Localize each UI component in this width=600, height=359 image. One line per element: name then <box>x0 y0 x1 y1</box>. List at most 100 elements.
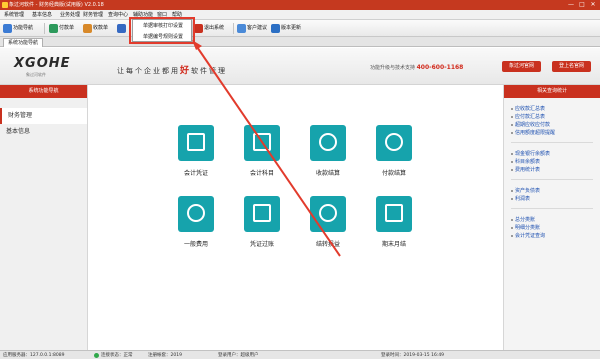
link-detail-ledger[interactable]: 明细分类账 <box>511 224 593 232</box>
func-label: 结转损益 <box>315 241 340 248</box>
receipt-button[interactable]: 收款单 <box>82 23 108 34</box>
coins-out-icon <box>376 125 412 161</box>
feedback-label: 客户建议 <box>247 25 268 31</box>
store-button[interactable]: 登上名官网 <box>552 61 591 72</box>
feedback-icon <box>237 24 246 33</box>
right-sidebar: 相关查询统计 应收款汇总表 应付款汇总表 超期应收应付款 信用额度超限提醒 现金… <box>503 85 600 350</box>
slogan-pre: 让每个企业都用 <box>117 67 180 75</box>
dollar-icon <box>178 196 214 232</box>
status-login-time: 登录时间：2019-03-15 16:49 <box>381 353 445 358</box>
exit-icon <box>194 24 203 33</box>
payment-button[interactable]: 付款单 <box>48 23 74 34</box>
refresh-glyph <box>319 204 337 222</box>
status-connection: 连接状态：正常 <box>101 353 133 358</box>
func-accounting-voucher[interactable]: 会计凭证 <box>170 125 222 187</box>
func-receipt-settlement[interactable]: 收款结算 <box>302 125 354 187</box>
link-cash-bank[interactable]: 现金银行余额表 <box>511 150 593 158</box>
connection-status-icon <box>94 353 99 358</box>
menu-query[interactable]: 查询中心 <box>108 10 128 20</box>
toolbar: 功能导航 付款单 收款单 退出系统 客户建议 版本更新 <box>0 20 600 37</box>
func-label: 凭证过账 <box>249 241 274 248</box>
nav-label: 功能导航 <box>13 25 34 31</box>
link-credit-alert[interactable]: 信用额度超限提醒 <box>511 129 593 137</box>
maximize-button[interactable]: □ <box>577 1 587 9</box>
left-sidebar-title: 系统功能导航 <box>0 85 87 98</box>
report-group-ledgers: 总分类账 明细分类账 会计凭证查询 <box>511 216 593 245</box>
func-label: 会计科目 <box>249 170 274 177</box>
report-group-receivables: 应收款汇总表 应付款汇总表 超期应收应付款 信用额度超限提醒 <box>511 105 593 143</box>
feedback-button[interactable]: 客户建议 <box>236 23 267 34</box>
link-payable-summary[interactable]: 应付款汇总表 <box>511 113 593 121</box>
link-income-statement[interactable]: 利润表 <box>511 195 593 203</box>
receipt-icon <box>83 24 92 33</box>
report-group-statements: 资产负债表 利润表 <box>511 187 593 209</box>
slogan: 让每个企业都用好软件管理 <box>117 63 227 76</box>
func-period-close[interactable]: 期末月结 <box>368 196 420 258</box>
tab-strip: 系统功能导航 <box>0 37 600 47</box>
toolbar-separator <box>233 23 234 34</box>
exit-label: 退出系统 <box>204 25 225 31</box>
link-overdue[interactable]: 超期应收应付款 <box>511 121 593 129</box>
update-icon <box>271 24 280 33</box>
close-button[interactable]: ✕ <box>588 1 598 9</box>
func-label: 期末月结 <box>381 241 406 248</box>
report-group-balances: 现金银行余额表 科目余额表 费用统计表 <box>511 150 593 180</box>
link-general-ledger[interactable]: 总分类账 <box>511 216 593 224</box>
func-label: 会计凭证 <box>183 170 208 177</box>
func-label: 收款结算 <box>315 170 340 177</box>
menu-system[interactable]: 系统管理 <box>4 10 24 20</box>
official-site-button[interactable]: 象过河官网 <box>502 61 541 72</box>
update-button[interactable]: 版本更新 <box>270 23 301 34</box>
func-carry-forward-pl[interactable]: 结转损益 <box>302 196 354 258</box>
right-sidebar-title: 相关查询统计 <box>504 85 600 98</box>
func-general-expense[interactable]: 一般费用 <box>170 196 222 258</box>
app-icon <box>2 2 8 8</box>
voucher-icon <box>178 125 214 161</box>
function-panel: 会计凭证 会计科目 收款结算 付款结算 一般费用 凭证过账 结转损益 期末月结 <box>88 85 503 350</box>
link-receivable-summary[interactable]: 应收款汇总表 <box>511 105 593 113</box>
func-label: 付款结算 <box>381 170 406 177</box>
sidebar-item-basic-info[interactable]: 基本信息 <box>0 124 87 140</box>
status-account: 注册帐套：2019 <box>148 353 182 358</box>
coins-in-icon <box>310 125 346 161</box>
monitor-icon <box>244 196 280 232</box>
help-button[interactable] <box>116 23 127 34</box>
menu-business[interactable]: 业务处理 <box>60 10 80 20</box>
receipt-label: 收款单 <box>93 25 109 31</box>
monitor-glyph <box>253 204 271 222</box>
update-label: 版本更新 <box>281 25 302 31</box>
menu-bar: 系统管理 基本信息 业务处理 财务管理 查询中心 辅助功能 窗口 帮助 <box>0 10 600 20</box>
coins-out-glyph <box>385 133 403 151</box>
tab-system-nav[interactable]: 系统功能导航 <box>3 38 44 47</box>
transfer-glyph <box>385 204 403 222</box>
link-voucher-query[interactable]: 会计凭证查询 <box>511 232 593 240</box>
link-expense-stats[interactable]: 费用统计表 <box>511 166 593 174</box>
logo: XGOHE <box>14 56 71 71</box>
annotation-highlight-box <box>129 17 195 44</box>
link-subject-balance[interactable]: 科目余额表 <box>511 158 593 166</box>
hotline: 功能升级与技术支持 400-600-1168 <box>370 64 463 71</box>
toolbar-separator <box>44 23 45 34</box>
hotline-label: 功能升级与技术支持 <box>370 65 416 71</box>
menu-basic-info[interactable]: 基本信息 <box>32 10 52 20</box>
func-accounting-subjects[interactable]: 会计科目 <box>236 125 288 187</box>
voucher-glyph <box>187 133 205 151</box>
link-balance-sheet[interactable]: 资产负债表 <box>511 187 593 195</box>
status-server: 应用服务器：127.0.0.1:8089 <box>3 353 65 358</box>
minimize-button[interactable]: — <box>566 1 576 9</box>
status-bar: 应用服务器：127.0.0.1:8089 连接状态：正常 注册帐套：2019 登… <box>0 350 600 359</box>
book-icon <box>244 125 280 161</box>
menu-finance[interactable]: 财务管理 <box>83 10 103 20</box>
nav-button[interactable]: 功能导航 <box>2 23 33 34</box>
sidebar-item-finance[interactable]: 财务管理 <box>0 108 87 124</box>
title-bar: 象过河软件 - 财务经典版(试用版) V2.0.18 — □ ✕ <box>0 0 600 10</box>
status-user: 登录用户：超级用户 <box>218 353 259 358</box>
transfer-icon <box>376 196 412 232</box>
func-voucher-posting[interactable]: 凭证过账 <box>236 196 288 258</box>
logo-subtitle: 象过河软件 <box>26 72 46 77</box>
window-title: 象过河软件 - 财务经典版(试用版) V2.0.18 <box>9 2 104 8</box>
func-label: 一般费用 <box>183 241 208 248</box>
func-payment-settlement[interactable]: 付款结算 <box>368 125 420 187</box>
exit-button[interactable]: 退出系统 <box>193 23 224 34</box>
nav-icon <box>3 24 12 33</box>
